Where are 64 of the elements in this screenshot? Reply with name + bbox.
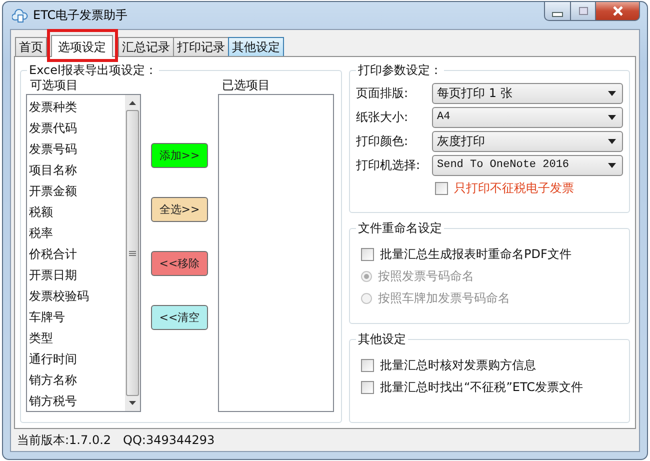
list-label: 可选项目	[30, 77, 79, 94]
list-item[interactable]: 价税合计	[29, 244, 125, 265]
tab[interactable]: 首页	[15, 37, 47, 56]
checkbox[interactable]	[361, 358, 374, 372]
list-item[interactable]: 车牌号	[29, 307, 125, 328]
list-item[interactable]: 发票种类	[29, 97, 125, 118]
list-item[interactable]: 发票号码	[29, 139, 125, 160]
tab[interactable]: 选项设定	[51, 35, 113, 57]
close-icon[interactable]	[612, 6, 624, 16]
list-item[interactable]: 税额	[29, 202, 125, 223]
list-item[interactable]: 开票日期	[29, 265, 125, 286]
move-button[interactable]: 全选>>	[151, 197, 208, 222]
cloud-document-icon	[12, 8, 28, 24]
dropdown[interactable]: Send To OneNote 2016	[432, 154, 623, 176]
list-item[interactable]: 发票校验码	[29, 286, 125, 307]
window-title: ETC电子发票助手	[33, 7, 128, 24]
scrollbar[interactable]	[125, 95, 140, 411]
group-title: 文件重命名设定	[356, 220, 444, 237]
field-label: 打印颜色:	[356, 132, 410, 150]
close-button[interactable]	[596, 2, 640, 21]
dropdown-arrow-icon[interactable]	[608, 138, 616, 144]
field-label: 页面排版:	[356, 84, 410, 102]
minimize-button[interactable]	[544, 2, 571, 21]
field-label: 纸张大小:	[356, 108, 410, 126]
checkbox[interactable]	[361, 380, 374, 394]
dropdown[interactable]: 每页打印 1 张	[432, 82, 623, 104]
tab[interactable]: 打印记录	[173, 37, 229, 56]
checkbox-label: 批量汇总生成报表时重命名PDF文件	[380, 246, 572, 262]
tab[interactable]: 汇总记录	[118, 37, 174, 56]
checkbox[interactable]	[361, 248, 374, 260]
group-title: Excel报表导出项设定：	[27, 62, 159, 79]
move-button[interactable]: <<清空	[151, 305, 208, 330]
group-title: 打印参数设定：	[356, 62, 444, 79]
checkbox-label: 只打印不征税电子发票	[454, 180, 574, 196]
checkbox[interactable]	[435, 182, 448, 194]
list-item[interactable]: 发票代码	[29, 118, 125, 139]
field-label: 打印机选择:	[356, 156, 422, 174]
group-title: 其他设定	[356, 331, 408, 348]
version-text: 当前版本:1.7.0.2	[17, 432, 112, 448]
list-item[interactable]: 销方名称	[29, 370, 125, 391]
list-item[interactable]: 税率	[29, 223, 125, 244]
list-label: 已选项目	[222, 77, 271, 94]
dropdown-arrow-icon[interactable]	[608, 90, 616, 96]
checkbox-label: 批量汇总时找出“不征税”ETC发票文件	[380, 378, 584, 396]
scroll-down-icon[interactable]	[129, 401, 136, 405]
list-item[interactable]: 项目名称	[29, 160, 125, 181]
list-item[interactable]: 销方税号	[29, 391, 125, 412]
dropdown-arrow-icon[interactable]	[608, 162, 616, 168]
maximize-button[interactable]	[571, 2, 596, 21]
list-item[interactable]: 通行时间	[29, 349, 125, 370]
scrollbar-thumb[interactable]	[126, 110, 139, 396]
dropdown[interactable]: A4	[432, 106, 623, 128]
list-item[interactable]: 开票金额	[29, 181, 125, 202]
qq-text: QQ:349344293	[123, 433, 215, 447]
move-button[interactable]: 添加>>	[151, 143, 208, 168]
radio-label: 按照发票号码命名	[378, 268, 474, 284]
checkbox-label: 批量汇总时核对发票购方信息	[380, 356, 536, 374]
scroll-up-icon[interactable]	[129, 101, 136, 105]
list-item[interactable]: 类型	[29, 328, 125, 349]
tab[interactable]: 其他设定	[228, 37, 284, 56]
move-button[interactable]: <<移除	[151, 251, 208, 276]
dropdown[interactable]: 灰度打印	[432, 130, 623, 152]
dropdown-arrow-icon[interactable]	[608, 114, 616, 120]
radio-label: 按照车牌加发票号码命名	[378, 290, 510, 306]
